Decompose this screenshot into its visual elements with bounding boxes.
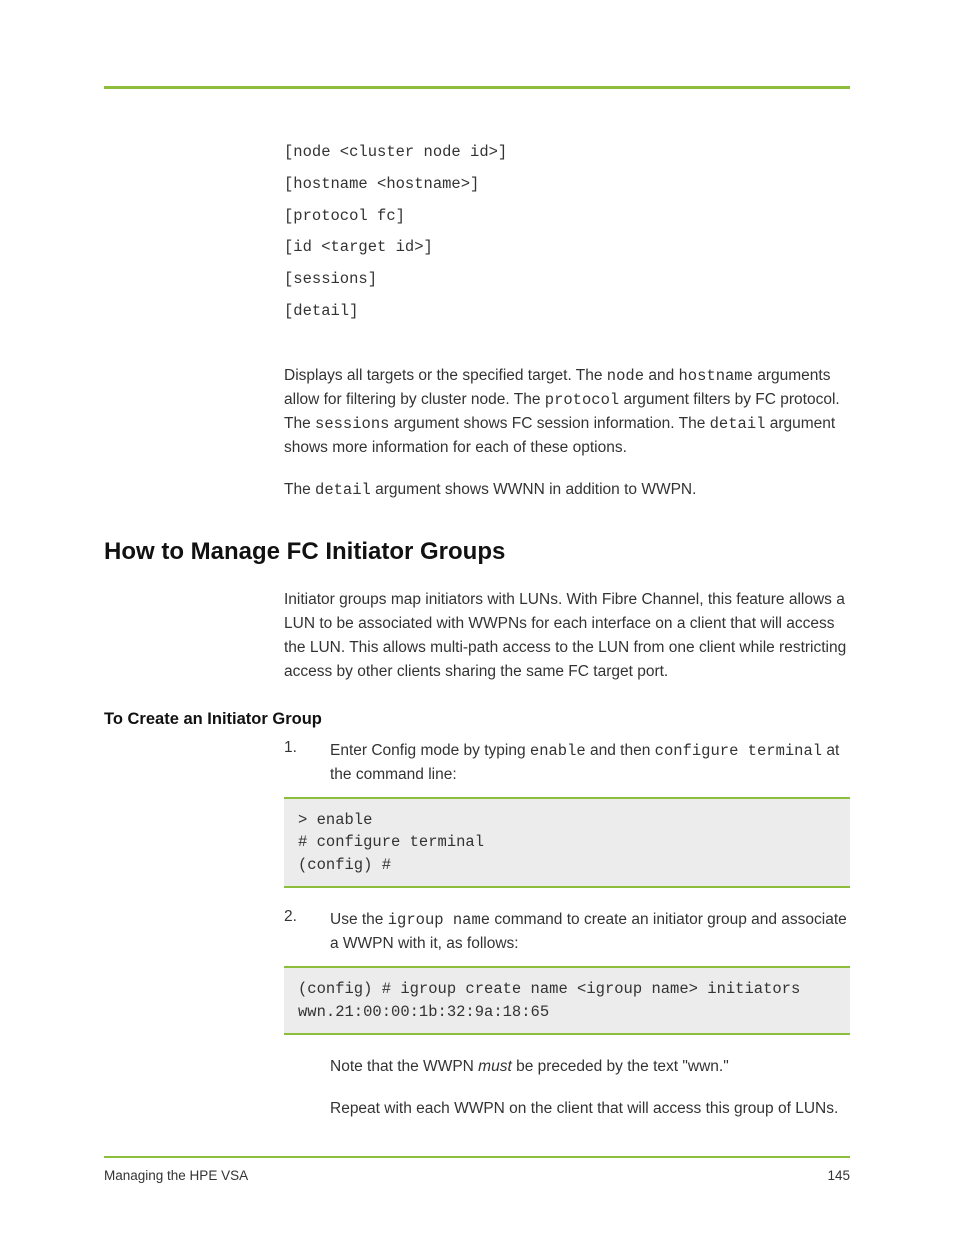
heading-manage-fc-igroups: How to Manage FC Initiator Groups — [104, 538, 850, 566]
step-number: 1. — [284, 739, 312, 757]
text: be preceded by the text "wwn." — [512, 1058, 729, 1075]
step-number: 2. — [284, 908, 312, 926]
syntax-block: [node <cluster node id>] [hostname <host… — [284, 137, 850, 328]
code-inline: hostname — [679, 367, 753, 385]
description-1: Displays all targets or the specified ta… — [284, 364, 850, 502]
syntax-line: [detail] — [284, 296, 850, 328]
codebox-enable: > enable # configure terminal (config) # — [284, 797, 850, 888]
syntax-line: [id <target id>] — [284, 232, 850, 264]
syntax-line: [node <cluster node id>] — [284, 137, 850, 169]
text: argument shows WWNN in addition to WWPN. — [371, 481, 697, 498]
text: Repeat with each WWPN on the client that… — [330, 1097, 850, 1121]
footer: Managing the HPE VSA 145 — [104, 1156, 850, 1183]
footer-title: Managing the HPE VSA — [104, 1168, 248, 1183]
code-inline: configure terminal — [655, 742, 822, 760]
page: [node <cluster node id>] [hostname <host… — [0, 0, 954, 1235]
code-inline: sessions — [315, 415, 389, 433]
code-inline: detail — [710, 415, 766, 433]
note-block: Note that the WWPN must be preceded by t… — [330, 1055, 850, 1121]
text: and then — [586, 742, 655, 759]
syntax-line: [sessions] — [284, 264, 850, 296]
text: and — [644, 367, 678, 384]
code-inline: node — [607, 367, 644, 385]
text: Displays all targets or the specified ta… — [284, 367, 607, 384]
code-inline: detail — [315, 481, 371, 499]
intro-paragraph: Initiator groups map initiators with LUN… — [284, 588, 850, 684]
code-inline: protocol — [545, 391, 619, 409]
step-text: Enter Config mode by typing enable and t… — [330, 739, 850, 787]
code-inline: enable — [530, 742, 586, 760]
syntax-line: [protocol fc] — [284, 201, 850, 233]
footer-line: Managing the HPE VSA 145 — [104, 1168, 850, 1183]
top-rule — [104, 86, 850, 89]
text: argument shows FC session information. T… — [389, 415, 709, 432]
text: Initiator groups map initiators with LUN… — [284, 588, 850, 684]
text: Note that the WWPN — [330, 1058, 478, 1075]
codebox-igroup-create: (config) # igroup create name <igroup na… — [284, 966, 850, 1035]
heading-create-igroup: To Create an Initiator Group — [104, 710, 850, 729]
step-1: 1. Enter Config mode by typing enable an… — [284, 739, 850, 787]
footer-page-number: 145 — [827, 1168, 850, 1183]
text: Enter Config mode by typing — [330, 742, 530, 759]
text: The — [284, 481, 315, 498]
code-inline: igroup name — [388, 911, 490, 929]
step-text: Use the igroup name command to create an… — [330, 908, 850, 956]
emphasis: must — [478, 1058, 512, 1075]
step-2: 2. Use the igroup name command to create… — [284, 908, 850, 956]
syntax-line: [hostname <hostname>] — [284, 169, 850, 201]
footer-rule — [104, 1156, 850, 1158]
text: Use the — [330, 911, 388, 928]
